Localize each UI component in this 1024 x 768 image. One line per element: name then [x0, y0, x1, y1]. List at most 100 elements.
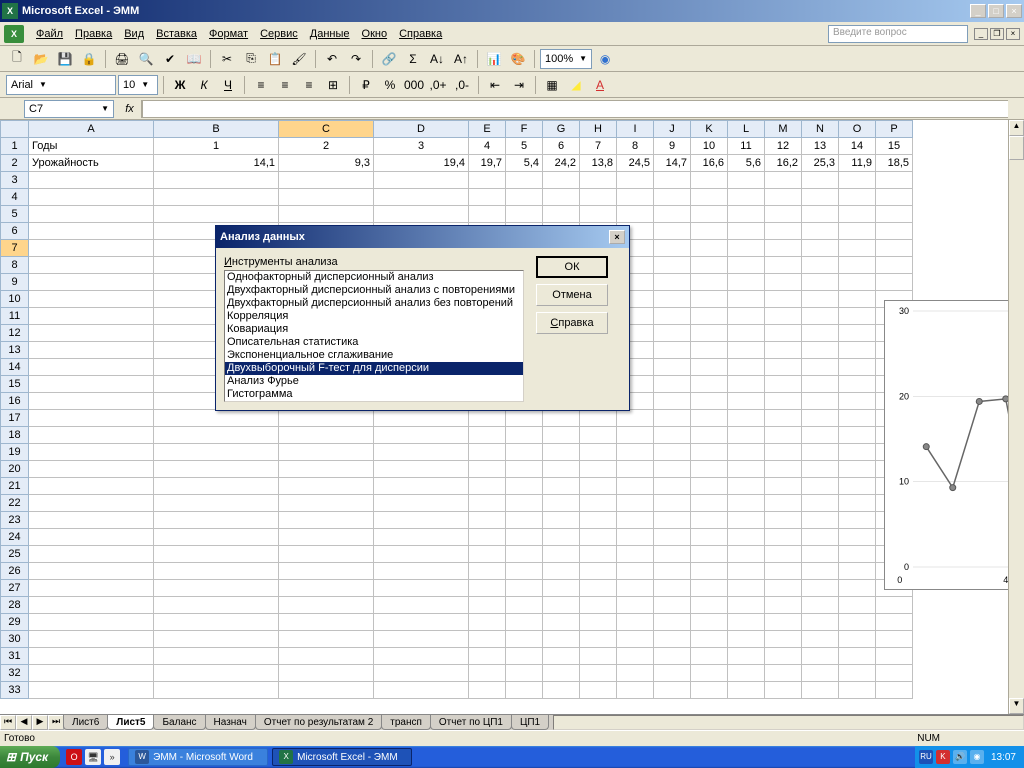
- research-icon[interactable]: 📖: [183, 48, 205, 70]
- cell-L30[interactable]: [728, 631, 765, 648]
- cell-N8[interactable]: [802, 257, 839, 274]
- row-header-15[interactable]: 15: [1, 376, 29, 393]
- col-header-D[interactable]: D: [374, 121, 469, 138]
- cell-P30[interactable]: [876, 631, 913, 648]
- cell-O13[interactable]: [839, 342, 876, 359]
- cell-E22[interactable]: [469, 495, 506, 512]
- cell-I2[interactable]: 24,5: [617, 155, 654, 172]
- cell-M17[interactable]: [765, 410, 802, 427]
- cell-A20[interactable]: [29, 461, 154, 478]
- cell-F3[interactable]: [506, 172, 543, 189]
- cell-N2[interactable]: 25,3: [802, 155, 839, 172]
- cell-N29[interactable]: [802, 614, 839, 631]
- cell-A21[interactable]: [29, 478, 154, 495]
- cell-J30[interactable]: [654, 631, 691, 648]
- cell-A4[interactable]: [29, 189, 154, 206]
- cell-M11[interactable]: [765, 308, 802, 325]
- cell-K25[interactable]: [691, 546, 728, 563]
- row-header-18[interactable]: 18: [1, 427, 29, 444]
- chart-wizard-icon[interactable]: 📊: [483, 48, 505, 70]
- cell-L5[interactable]: [728, 206, 765, 223]
- cell-C2[interactable]: 9,3: [279, 155, 374, 172]
- cell-I27[interactable]: [617, 580, 654, 597]
- cell-I19[interactable]: [617, 444, 654, 461]
- row-header-2[interactable]: 2: [1, 155, 29, 172]
- tray-clock[interactable]: 13:07: [987, 752, 1020, 763]
- cell-I22[interactable]: [617, 495, 654, 512]
- cell-L12[interactable]: [728, 325, 765, 342]
- row-header-21[interactable]: 21: [1, 478, 29, 495]
- cell-A11[interactable]: [29, 308, 154, 325]
- cell-D23[interactable]: [374, 512, 469, 529]
- menu-edit[interactable]: Правка: [69, 26, 118, 42]
- cell-O2[interactable]: 11,9: [839, 155, 876, 172]
- cell-M3[interactable]: [765, 172, 802, 189]
- cell-K32[interactable]: [691, 665, 728, 682]
- cell-E1[interactable]: 4: [469, 138, 506, 155]
- cell-K17[interactable]: [691, 410, 728, 427]
- drawing-icon[interactable]: 🎨: [507, 48, 529, 70]
- cell-M29[interactable]: [765, 614, 802, 631]
- cell-J24[interactable]: [654, 529, 691, 546]
- fill-color-icon[interactable]: ◢: [565, 74, 587, 96]
- analysis-tools-listbox[interactable]: Однофакторный дисперсионный анализДвухфа…: [224, 270, 524, 402]
- cell-J27[interactable]: [654, 580, 691, 597]
- doc-close-button[interactable]: ×: [1006, 28, 1020, 40]
- cell-O4[interactable]: [839, 189, 876, 206]
- col-header-P[interactable]: P: [876, 121, 913, 138]
- cell-J13[interactable]: [654, 342, 691, 359]
- cell-K21[interactable]: [691, 478, 728, 495]
- cell-N12[interactable]: [802, 325, 839, 342]
- cell-O32[interactable]: [839, 665, 876, 682]
- menu-tools[interactable]: Сервис: [254, 26, 304, 42]
- sort-asc-icon[interactable]: A↓: [426, 48, 448, 70]
- cell-B33[interactable]: [154, 682, 279, 699]
- doc-restore-button[interactable]: ❐: [990, 28, 1004, 40]
- cell-C24[interactable]: [279, 529, 374, 546]
- cell-E2[interactable]: 19,7: [469, 155, 506, 172]
- row-header-3[interactable]: 3: [1, 172, 29, 189]
- cell-G21[interactable]: [543, 478, 580, 495]
- list-item[interactable]: Корреляция: [225, 310, 523, 323]
- cell-J33[interactable]: [654, 682, 691, 699]
- cell-J2[interactable]: 14,7: [654, 155, 691, 172]
- cell-E25[interactable]: [469, 546, 506, 563]
- cell-O19[interactable]: [839, 444, 876, 461]
- cell-L9[interactable]: [728, 274, 765, 291]
- row-header-4[interactable]: 4: [1, 189, 29, 206]
- cell-D21[interactable]: [374, 478, 469, 495]
- cell-O24[interactable]: [839, 529, 876, 546]
- cell-J23[interactable]: [654, 512, 691, 529]
- cell-M24[interactable]: [765, 529, 802, 546]
- sheet-nav-last[interactable]: ⏭: [48, 715, 64, 730]
- cell-G17[interactable]: [543, 410, 580, 427]
- cell-M1[interactable]: 12: [765, 138, 802, 155]
- cell-C25[interactable]: [279, 546, 374, 563]
- cell-P32[interactable]: [876, 665, 913, 682]
- cell-I32[interactable]: [617, 665, 654, 682]
- cell-H31[interactable]: [580, 648, 617, 665]
- cell-N18[interactable]: [802, 427, 839, 444]
- cell-F25[interactable]: [506, 546, 543, 563]
- cell-B28[interactable]: [154, 597, 279, 614]
- cell-M14[interactable]: [765, 359, 802, 376]
- cell-J7[interactable]: [654, 240, 691, 257]
- cell-H2[interactable]: 13,8: [580, 155, 617, 172]
- horizontal-scrollbar[interactable]: [553, 715, 1024, 730]
- cell-A32[interactable]: [29, 665, 154, 682]
- copy-icon[interactable]: ⎘: [240, 48, 262, 70]
- cell-J26[interactable]: [654, 563, 691, 580]
- cell-P1[interactable]: 15: [876, 138, 913, 155]
- cell-O16[interactable]: [839, 393, 876, 410]
- cell-O23[interactable]: [839, 512, 876, 529]
- cell-H4[interactable]: [580, 189, 617, 206]
- cell-I20[interactable]: [617, 461, 654, 478]
- cell-N32[interactable]: [802, 665, 839, 682]
- cell-L26[interactable]: [728, 563, 765, 580]
- cell-J5[interactable]: [654, 206, 691, 223]
- cell-F19[interactable]: [506, 444, 543, 461]
- row-header-9[interactable]: 9: [1, 274, 29, 291]
- cell-L21[interactable]: [728, 478, 765, 495]
- cell-N5[interactable]: [802, 206, 839, 223]
- row-header-29[interactable]: 29: [1, 614, 29, 631]
